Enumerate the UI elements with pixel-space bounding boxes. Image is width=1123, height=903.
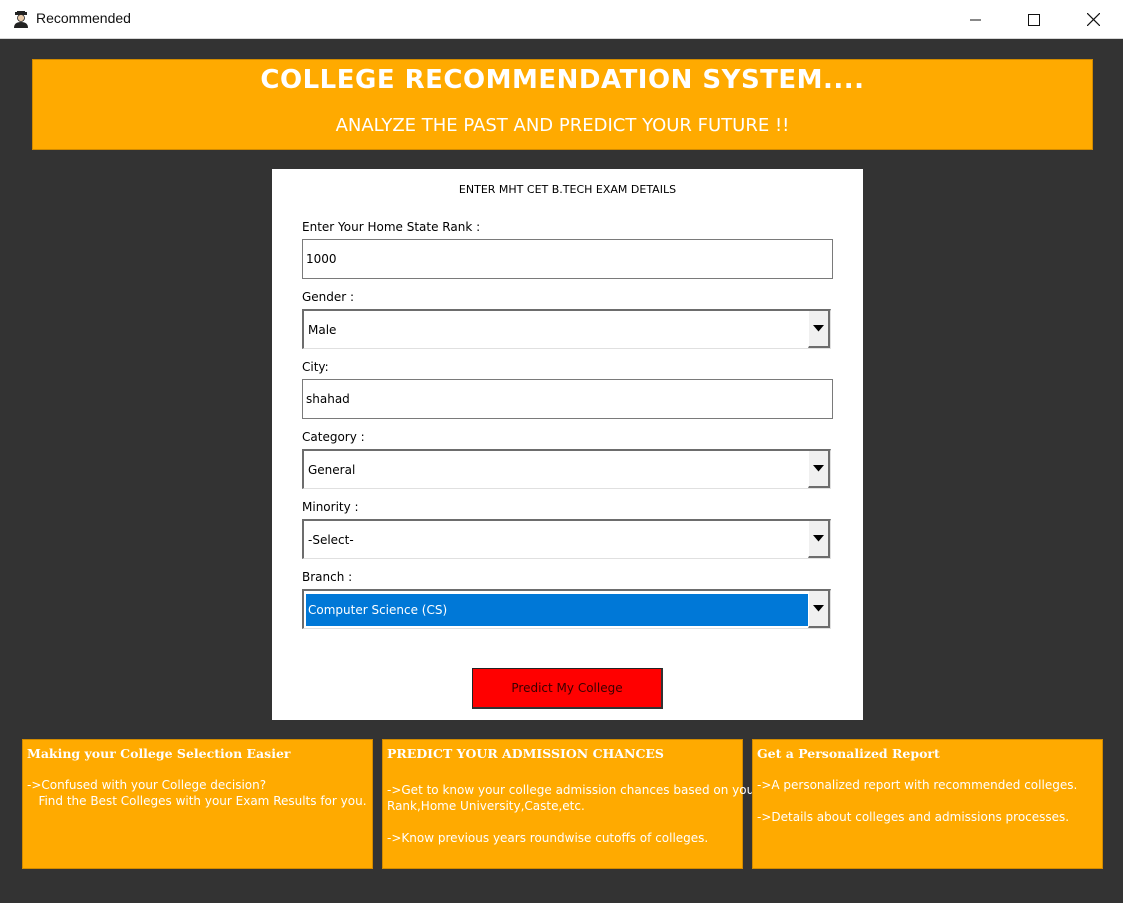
chevron-down-icon [813,465,824,472]
chevron-down-icon [813,605,824,612]
chevron-down-icon [813,325,824,332]
form-heading: ENTER MHT CET B.TECH EXAM DETAILS [458,183,677,196]
card-text: ->Details about colleges and admissions … [757,810,1070,824]
card-text: ->Confused with your College decision? [27,778,267,792]
app-subtitle: ANALYZE THE PAST AND PREDICT YOUR FUTURE… [335,115,790,136]
category-label: Category : [302,430,365,444]
user-avatar-icon [12,10,30,28]
category-dropdown-button[interactable] [808,451,830,488]
exam-details-form: ENTER MHT CET B.TECH EXAM DETAILS Enter … [272,169,863,720]
info-card-admission: PREDICT YOUR ADMISSION CHANCES ->Get to … [382,739,759,869]
chevron-down-icon [813,535,824,542]
card-title: Making your College Selection Easier [27,746,291,761]
maximize-button[interactable] [1005,0,1063,39]
card-text: Rank,Home University,Caste,etc. [387,799,585,813]
card-title: PREDICT YOUR ADMISSION CHANCES [387,746,664,761]
card-text: ->A personalized report with recommended… [757,778,1078,792]
minimize-button[interactable] [947,0,1005,39]
info-card-selection: Making your College Selection Easier ->C… [22,739,373,869]
branch-select[interactable]: Computer Science (CS) [302,589,831,629]
header-banner: COLLEGE RECOMMENDATION SYSTEM.... ANALYZ… [32,59,1093,150]
close-icon [1086,13,1100,26]
gender-select[interactable]: Male [302,309,831,349]
city-label: City: [302,360,329,374]
close-button[interactable] [1064,0,1122,39]
maximize-icon [1028,13,1040,26]
minimize-icon [970,19,981,20]
window-titlebar: Recommended [0,0,1123,39]
rank-label: Enter Your Home State Rank : [302,220,481,234]
branch-selected-value: Computer Science (CS) [306,594,809,626]
card-title: Get a Personalized Report [757,746,940,761]
card-text: Find the Best Colleges with your Exam Re… [27,794,367,808]
category-select[interactable]: General [302,449,831,489]
minority-dropdown-button[interactable] [808,521,830,558]
minority-label: Minority : [302,500,359,514]
rank-input[interactable] [302,239,833,279]
gender-label: Gender : [302,290,355,304]
card-text: ->Get to know your college admission cha… [387,783,760,797]
category-selected-value: General [308,463,356,477]
gender-dropdown-button[interactable] [808,311,830,348]
minority-select[interactable]: -Select- [302,519,831,559]
city-input[interactable] [302,379,833,419]
predict-my-college-button[interactable]: Predict My College [472,668,663,709]
info-card-report: Get a Personalized Report ->A personaliz… [752,739,1103,869]
app-title: COLLEGE RECOMMENDATION SYSTEM.... [260,65,865,95]
branch-label: Branch : [302,570,353,584]
branch-dropdown-button[interactable] [808,591,830,628]
window-title: Recommended [36,10,131,26]
card-text: ->Know previous years roundwise cutoffs … [387,831,709,845]
minority-selected-value: -Select- [308,533,354,547]
main-window: COLLEGE RECOMMENDATION SYSTEM.... ANALYZ… [0,39,1123,903]
gender-selected-value: Male [308,323,337,337]
